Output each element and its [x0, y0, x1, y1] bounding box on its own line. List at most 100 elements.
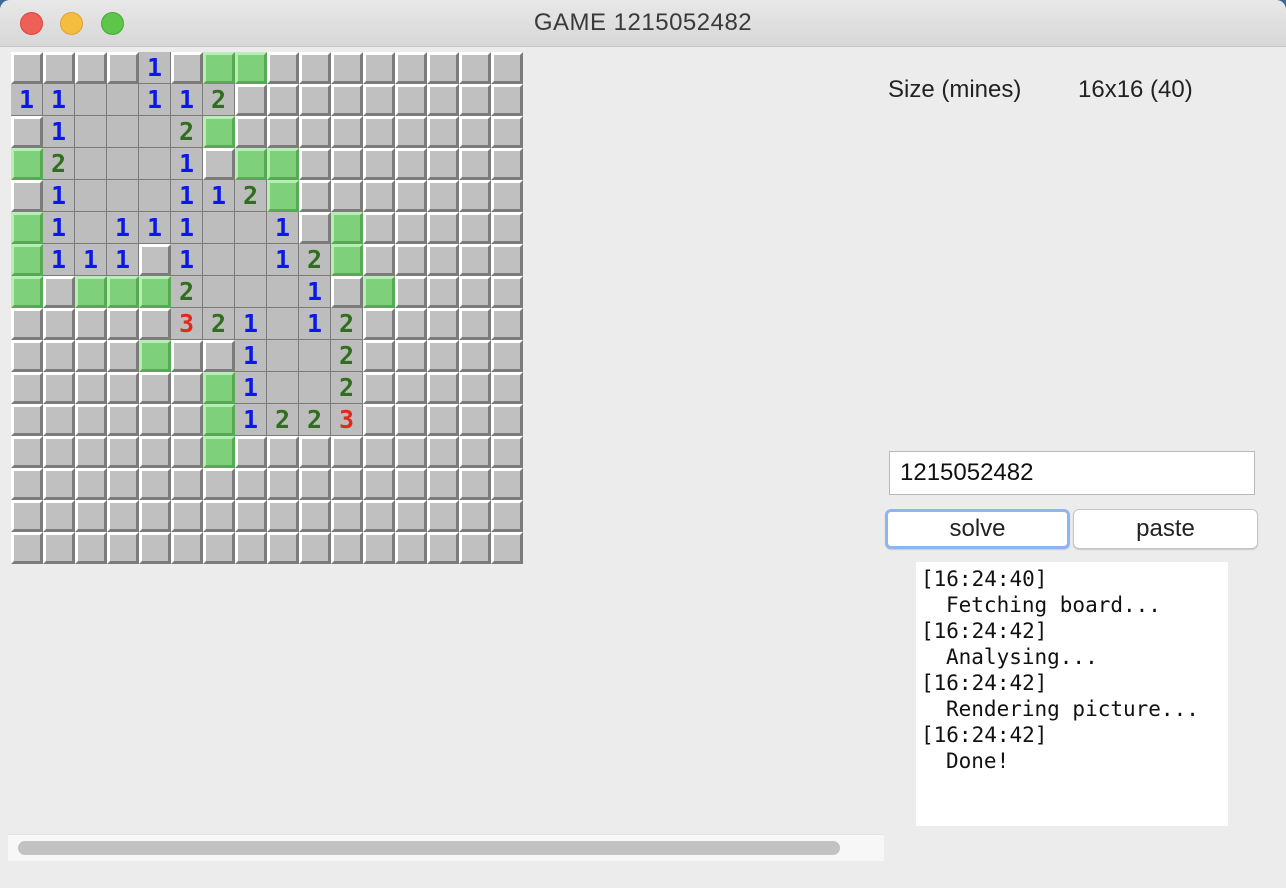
closed-cell[interactable]	[363, 180, 395, 212]
closed-cell[interactable]	[491, 148, 523, 180]
open-cell[interactable]	[75, 212, 107, 244]
closed-cell[interactable]	[107, 372, 139, 404]
closed-cell[interactable]	[459, 372, 491, 404]
closed-cell[interactable]	[459, 468, 491, 500]
closed-cell[interactable]	[427, 372, 459, 404]
open-cell[interactable]	[75, 180, 107, 212]
closed-cell[interactable]	[331, 500, 363, 532]
closed-cell[interactable]	[363, 244, 395, 276]
open-cell[interactable]	[299, 372, 331, 404]
closed-cell[interactable]	[459, 532, 491, 564]
number-cell[interactable]: 1	[171, 148, 203, 180]
closed-cell[interactable]	[107, 500, 139, 532]
number-cell[interactable]: 2	[331, 372, 363, 404]
closed-cell[interactable]	[11, 436, 43, 468]
open-cell[interactable]	[139, 148, 171, 180]
closed-cell[interactable]	[427, 532, 459, 564]
closed-cell[interactable]	[363, 500, 395, 532]
number-cell[interactable]: 1	[43, 244, 75, 276]
closed-cell[interactable]	[427, 308, 459, 340]
open-cell[interactable]	[267, 340, 299, 372]
closed-cell[interactable]	[203, 148, 235, 180]
open-cell[interactable]	[267, 308, 299, 340]
number-cell[interactable]: 1	[107, 212, 139, 244]
open-cell[interactable]	[75, 116, 107, 148]
closed-cell[interactable]	[491, 340, 523, 372]
closed-cell[interactable]	[491, 276, 523, 308]
closed-cell[interactable]	[395, 148, 427, 180]
closed-cell[interactable]	[427, 52, 459, 84]
number-cell[interactable]: 1	[43, 84, 75, 116]
closed-cell[interactable]	[75, 532, 107, 564]
closed-cell[interactable]	[395, 84, 427, 116]
closed-cell[interactable]	[459, 340, 491, 372]
closed-cell[interactable]	[363, 404, 395, 436]
closed-cell[interactable]	[75, 52, 107, 84]
closed-cell[interactable]	[491, 468, 523, 500]
closed-cell[interactable]	[171, 52, 203, 84]
number-cell[interactable]: 1	[107, 244, 139, 276]
closed-cell[interactable]	[235, 116, 267, 148]
closed-cell[interactable]	[395, 532, 427, 564]
closed-cell[interactable]	[427, 148, 459, 180]
closed-cell[interactable]	[75, 436, 107, 468]
closed-cell[interactable]	[459, 276, 491, 308]
open-cell[interactable]	[139, 116, 171, 148]
closed-cell[interactable]	[75, 340, 107, 372]
closed-cell[interactable]	[139, 404, 171, 436]
number-cell[interactable]: 2	[43, 148, 75, 180]
flagged-cell[interactable]	[203, 116, 235, 148]
closed-cell[interactable]	[395, 340, 427, 372]
closed-cell[interactable]	[363, 212, 395, 244]
closed-cell[interactable]	[75, 500, 107, 532]
closed-cell[interactable]	[267, 468, 299, 500]
closed-cell[interactable]	[459, 212, 491, 244]
flagged-cell[interactable]	[203, 52, 235, 84]
closed-cell[interactable]	[395, 436, 427, 468]
number-cell[interactable]: 1	[235, 404, 267, 436]
number-cell[interactable]: 1	[139, 84, 171, 116]
open-cell[interactable]	[75, 148, 107, 180]
flagged-cell[interactable]	[267, 148, 299, 180]
closed-cell[interactable]	[11, 340, 43, 372]
solve-button[interactable]: solve	[885, 509, 1070, 549]
open-cell[interactable]	[235, 244, 267, 276]
number-cell[interactable]: 1	[139, 212, 171, 244]
number-cell[interactable]: 1	[267, 244, 299, 276]
closed-cell[interactable]	[107, 436, 139, 468]
closed-cell[interactable]	[43, 52, 75, 84]
closed-cell[interactable]	[491, 372, 523, 404]
closed-cell[interactable]	[171, 532, 203, 564]
number-cell[interactable]: 1	[235, 340, 267, 372]
closed-cell[interactable]	[331, 116, 363, 148]
closed-cell[interactable]	[395, 500, 427, 532]
number-cell[interactable]: 2	[235, 180, 267, 212]
open-cell[interactable]	[75, 84, 107, 116]
flagged-cell[interactable]	[11, 244, 43, 276]
closed-cell[interactable]	[107, 532, 139, 564]
closed-cell[interactable]	[11, 404, 43, 436]
number-cell[interactable]: 1	[171, 84, 203, 116]
closed-cell[interactable]	[299, 84, 331, 116]
closed-cell[interactable]	[459, 436, 491, 468]
closed-cell[interactable]	[171, 372, 203, 404]
closed-cell[interactable]	[331, 276, 363, 308]
number-cell[interactable]: 2	[203, 308, 235, 340]
number-cell[interactable]: 2	[267, 404, 299, 436]
closed-cell[interactable]	[459, 116, 491, 148]
closed-cell[interactable]	[363, 116, 395, 148]
number-cell[interactable]: 1	[43, 212, 75, 244]
closed-cell[interactable]	[43, 436, 75, 468]
open-cell[interactable]	[107, 116, 139, 148]
open-cell[interactable]	[235, 276, 267, 308]
number-cell[interactable]: 1	[43, 116, 75, 148]
number-cell[interactable]: 1	[267, 212, 299, 244]
closed-cell[interactable]	[267, 116, 299, 148]
closed-cell[interactable]	[235, 84, 267, 116]
open-cell[interactable]	[203, 244, 235, 276]
closed-cell[interactable]	[11, 52, 43, 84]
number-cell[interactable]: 1	[299, 276, 331, 308]
number-cell[interactable]: 1	[43, 180, 75, 212]
open-cell[interactable]	[203, 276, 235, 308]
closed-cell[interactable]	[139, 532, 171, 564]
